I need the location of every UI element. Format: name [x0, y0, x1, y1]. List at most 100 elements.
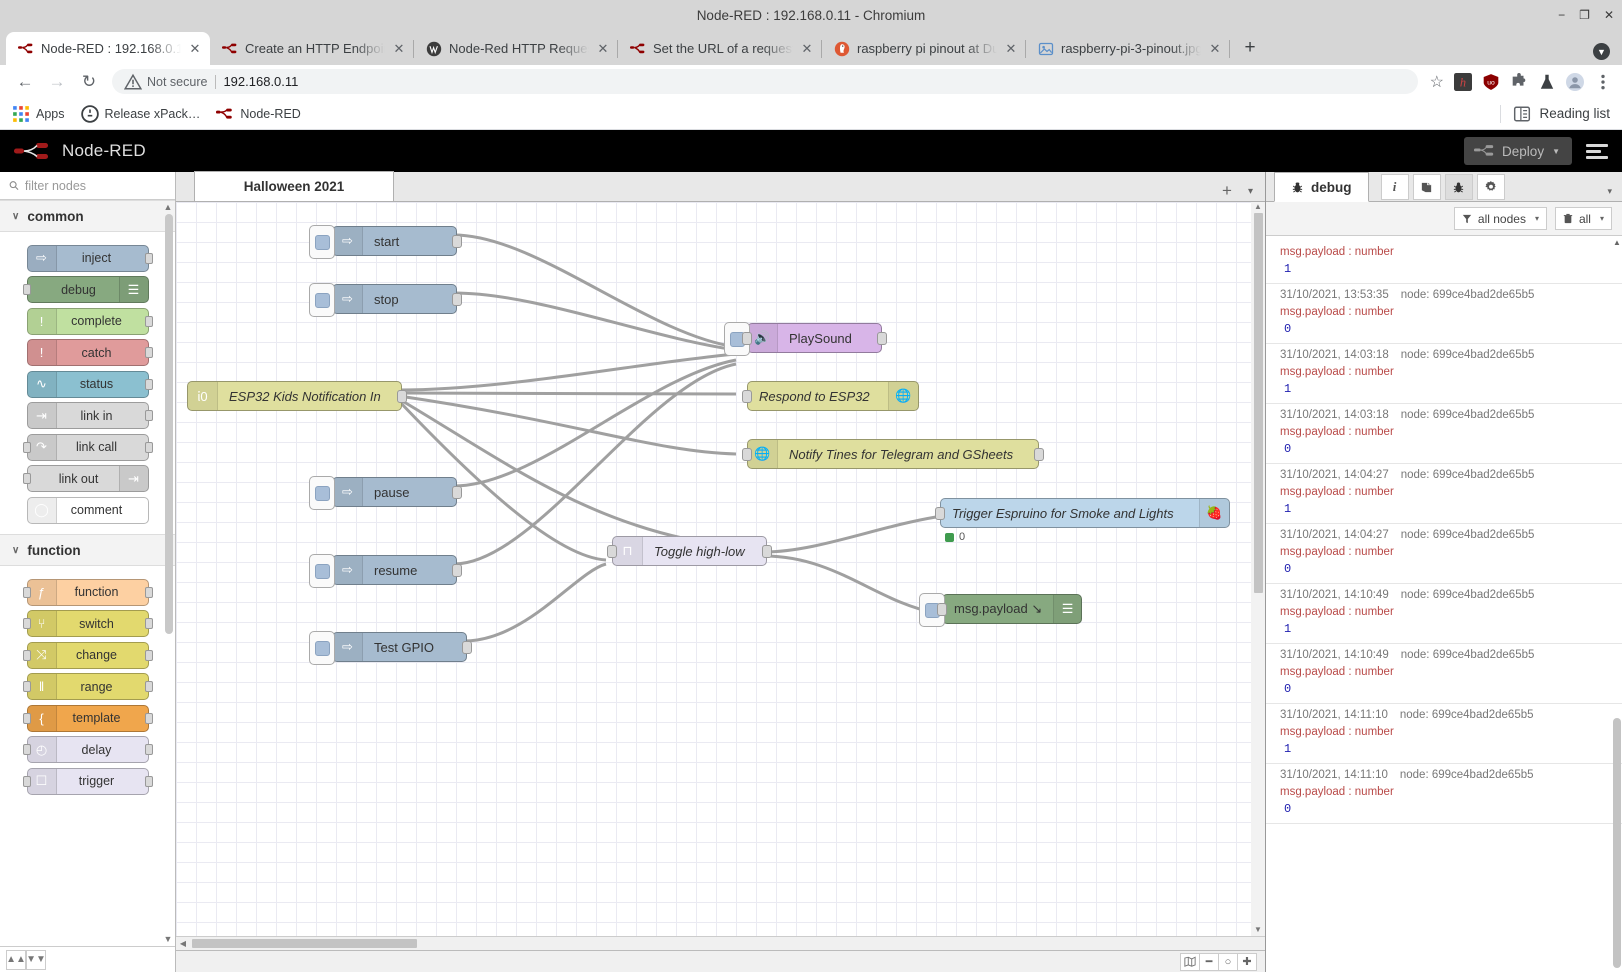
- browser-tab-close-icon[interactable]: ✕: [1208, 41, 1222, 57]
- palette-node-range[interactable]: ‖ range: [22, 673, 153, 700]
- bookmark-star-icon[interactable]: ☆: [1430, 72, 1444, 92]
- debug-message[interactable]: 31/10/2021, 13:53:35 node: 699ce4bad2de65…: [1266, 284, 1622, 344]
- hypothesis-extension-icon[interactable]: h: [1454, 72, 1472, 91]
- debug-message[interactable]: 31/10/2021, 14:11:10 node: 699ce4bad2de65…: [1266, 704, 1622, 764]
- canvas-scroll-up-arrow[interactable]: ▲: [1251, 202, 1265, 211]
- deploy-caret-icon[interactable]: ▼: [1552, 147, 1560, 156]
- debug-message[interactable]: 31/10/2021, 14:11:10 node: 699ce4bad2de65…: [1266, 764, 1622, 824]
- zoom-reset-icon[interactable]: ○: [1218, 952, 1238, 971]
- debug-message[interactable]: 31/10/2021, 14:10:49 node: 699ce4bad2de65…: [1266, 584, 1622, 644]
- info-icon[interactable]: i: [1380, 174, 1409, 200]
- debug-clear-caret-icon[interactable]: ▾: [1600, 214, 1604, 223]
- debug-tool-bug-icon[interactable]: [1444, 174, 1473, 200]
- navigator-map-icon[interactable]: [1180, 952, 1200, 971]
- flow-node-inject-button[interactable]: [309, 631, 335, 665]
- canvas-scroll-down-arrow[interactable]: ▼: [1251, 925, 1265, 934]
- sidebar-more-menu[interactable]: ▾: [1607, 186, 1622, 201]
- flow-node-respond[interactable]: Respond to ESP32 🌐: [742, 381, 919, 411]
- palette-node-debug[interactable]: debug ☰: [22, 276, 149, 303]
- flow-node-output-port[interactable]: [452, 486, 462, 499]
- debug-message[interactable]: msg.payload : number 1: [1266, 236, 1622, 284]
- reading-list-button[interactable]: Reading list: [1500, 104, 1610, 123]
- flow-node-start[interactable]: ⇨ start: [309, 225, 462, 259]
- browser-tab-close-icon[interactable]: ✕: [800, 41, 814, 57]
- debug-scrollbar-thumb[interactable]: [1613, 718, 1621, 968]
- browser-tab-close-icon[interactable]: ✕: [596, 41, 610, 57]
- bookmark-release-xpack[interactable]: Release xPack…: [80, 104, 200, 123]
- maximize-button[interactable]: ❐: [1579, 9, 1590, 21]
- new-tab-button[interactable]: +: [1236, 34, 1264, 62]
- palette-node-delay[interactable]: ◴ delay: [22, 736, 153, 763]
- flow-node-output-port[interactable]: [762, 545, 772, 558]
- flow-node-input-port[interactable]: [607, 545, 617, 558]
- debug-scroll-up-arrow[interactable]: ▲: [1612, 238, 1622, 247]
- flow-node-stop[interactable]: ⇨ stop: [309, 283, 462, 317]
- collapse-all-icon[interactable]: ▲▲: [6, 949, 26, 970]
- flow-node-input-port[interactable]: [742, 390, 752, 403]
- bookmark-apps[interactable]: Apps: [12, 105, 65, 123]
- profile-avatar-icon[interactable]: [1566, 72, 1584, 91]
- flow-tabs-menu-button[interactable]: ▾: [1248, 186, 1253, 197]
- browser-tab-close-icon[interactable]: ✕: [392, 41, 406, 57]
- forward-button[interactable]: →: [42, 67, 72, 97]
- flow-node-input-port[interactable]: [937, 603, 947, 616]
- sidebar-tab-debug[interactable]: debug: [1274, 172, 1369, 202]
- flow-node-output-port[interactable]: [452, 564, 462, 577]
- palette-node-switch[interactable]: ⑂ switch: [22, 610, 153, 637]
- flow-node-pause[interactable]: ⇨ pause: [309, 476, 462, 510]
- zoom-in-icon[interactable]: ✚: [1237, 952, 1257, 971]
- palette-scrollbar-thumb[interactable]: [165, 214, 173, 634]
- flow-node-input-port[interactable]: [935, 507, 945, 520]
- flow-node-notify[interactable]: 🌐 Notify Tines for Telegram and GSheets: [742, 439, 1044, 469]
- browser-tab-5[interactable]: raspberry-pi-3-pinout.jpg ✕: [1026, 32, 1230, 65]
- browser-tab-close-icon[interactable]: ✕: [1004, 41, 1018, 57]
- flow-node-toggle[interactable]: ⊓ Toggle high-low: [607, 536, 772, 566]
- not-secure-indicator[interactable]: Not secure: [124, 73, 216, 91]
- debug-message[interactable]: 31/10/2021, 14:03:18 node: 699ce4bad2de65…: [1266, 404, 1622, 464]
- browser-tab-3[interactable]: Set the URL of a request ✕: [618, 32, 822, 65]
- palette-node-template[interactable]: {template: [22, 704, 153, 732]
- palette-node-status[interactable]: ∿ status: [26, 370, 153, 398]
- back-button[interactable]: ←: [10, 67, 40, 97]
- deploy-button[interactable]: Deploy ▼: [1464, 137, 1572, 165]
- palette-category-common[interactable]: ∨ common: [0, 200, 175, 232]
- palette-scroll-up-arrow[interactable]: ▲: [161, 202, 175, 212]
- browser-tab-4[interactable]: raspberry pi pinout at Du ✕: [822, 32, 1026, 65]
- close-button[interactable]: ✕: [1604, 9, 1614, 21]
- canvas-vscroll-thumb[interactable]: [1253, 213, 1263, 593]
- flow-node-output-port[interactable]: [1034, 448, 1044, 461]
- flow-node-output-port[interactable]: [452, 293, 462, 306]
- palette-node-trigger[interactable]: ☐ trigger: [22, 767, 153, 795]
- debug-message[interactable]: 31/10/2021, 14:04:27 node: 699ce4bad2de65…: [1266, 524, 1622, 584]
- palette-node-change[interactable]: ⤨ change: [22, 641, 153, 669]
- flow-node-resume[interactable]: ⇨ resume: [309, 554, 462, 588]
- add-flow-button[interactable]: +: [1222, 181, 1232, 201]
- flow-node-espruino[interactable]: Trigger Espruino for Smoke and Lights 🍓: [935, 498, 1230, 528]
- debug-message[interactable]: 31/10/2021, 14:03:18 node: 699ce4bad2de65…: [1266, 344, 1622, 404]
- palette-scroll-down-arrow[interactable]: ▼: [161, 934, 175, 944]
- flow-node-inject-button[interactable]: [309, 476, 335, 510]
- palette-category-function[interactable]: ∨ function: [0, 534, 175, 566]
- palette-node-catch[interactable]: ! catch: [26, 339, 153, 366]
- reload-button[interactable]: ↻: [74, 67, 104, 97]
- palette-node-link-call[interactable]: ↷ link call: [22, 433, 153, 461]
- flow-node-inject-button[interactable]: [309, 554, 335, 588]
- flow-node-esp32in[interactable]: ἱ0 ESP32 Kids Notification In: [187, 381, 407, 411]
- palette-node-complete[interactable]: ! complete: [26, 307, 153, 335]
- palette-node-link-in[interactable]: ⇥ link in: [26, 402, 153, 429]
- palette-node-link-out[interactable]: link out ⇥: [22, 465, 149, 492]
- debug-clear-select[interactable]: all ▾: [1554, 207, 1612, 230]
- palette-node-inject[interactable]: ⇨ inject: [26, 244, 153, 272]
- chrome-menu-icon[interactable]: [1594, 73, 1612, 91]
- browser-tab-0[interactable]: Node-RED : 192.168.0.11 ✕: [6, 32, 210, 65]
- canvas-scroll-left-arrow[interactable]: ◀: [176, 939, 190, 948]
- flow-node-input-port[interactable]: [742, 448, 752, 461]
- extensions-puzzle-icon[interactable]: [1510, 72, 1528, 91]
- flow-node-testgpio[interactable]: ⇨ Test GPIO: [309, 631, 472, 665]
- zoom-out-icon[interactable]: ━: [1199, 952, 1219, 971]
- flow-node-playsound[interactable]: 🔊 PlaySound: [724, 322, 887, 356]
- debug-message-list[interactable]: msg.payload : number 1 31/10/2021, 13:53:3…: [1266, 236, 1622, 972]
- flow-node-output-port[interactable]: [452, 235, 462, 248]
- minimize-button[interactable]: −: [1558, 9, 1565, 21]
- flow-node-dbgnode[interactable]: msg.payload ↘ ☰: [919, 593, 1082, 627]
